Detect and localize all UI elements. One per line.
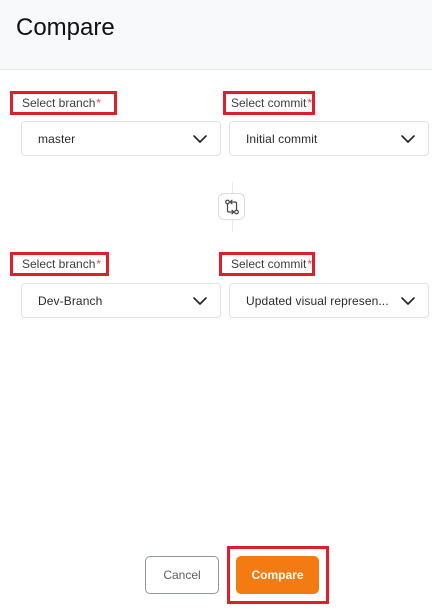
source-branch-label: Select branch * (10, 91, 117, 115)
git-compare-icon (224, 199, 239, 214)
chevron-down-icon (401, 296, 415, 305)
required-marker: * (96, 96, 102, 110)
source-commit-label-text: Select commit (231, 96, 307, 110)
target-commit-label: Select commit * (219, 252, 315, 276)
page-title: Compare (16, 14, 115, 41)
chevron-down-icon (193, 296, 207, 305)
chevron-down-icon (401, 134, 415, 143)
cancel-button[interactable]: Cancel (145, 556, 219, 594)
dialog-header: Compare (0, 0, 432, 70)
compare-button[interactable]: Compare (236, 556, 319, 594)
source-commit-value: Initial commit (246, 131, 318, 146)
required-marker: * (96, 257, 102, 271)
source-commit-label: Select commit * (223, 91, 315, 115)
target-commit-value: Updated visual represen... (246, 293, 389, 308)
chevron-down-icon (193, 134, 207, 143)
target-branch-label-text: Select branch (22, 257, 96, 271)
source-branch-label-text: Select branch (22, 96, 96, 110)
required-marker: * (307, 96, 313, 110)
target-branch-label: Select branch * (10, 252, 109, 276)
compare-dialog: Compare Select branch * Select commit * ma… (0, 0, 432, 610)
required-marker: * (307, 257, 313, 271)
source-commit-select[interactable]: Initial commit (229, 121, 429, 156)
swap-branches-button[interactable] (218, 193, 245, 220)
source-branch-value: master (38, 131, 76, 146)
target-commit-label-text: Select commit (231, 257, 307, 271)
target-branch-select[interactable]: Dev-Branch (21, 283, 221, 318)
target-branch-value: Dev-Branch (38, 293, 103, 308)
source-branch-select[interactable]: master (21, 121, 221, 156)
target-commit-select[interactable]: Updated visual represen... (229, 283, 429, 318)
